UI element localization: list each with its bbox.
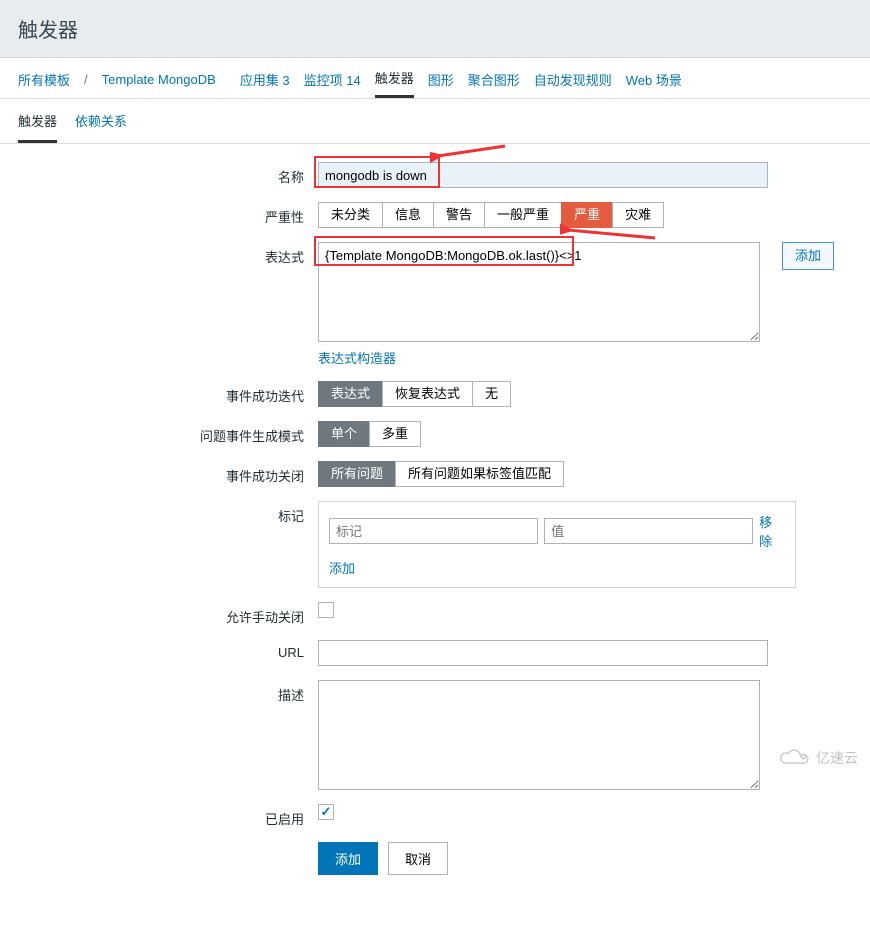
- description-label: 描述: [18, 680, 318, 704]
- enabled-checkbox[interactable]: [318, 804, 334, 820]
- ok-iteration-label: 事件成功迭代: [18, 381, 318, 405]
- severity-info[interactable]: 信息: [382, 202, 434, 228]
- submit-button[interactable]: 添加: [318, 842, 378, 875]
- cancel-button[interactable]: 取消: [388, 842, 448, 875]
- severity-label: 严重性: [18, 202, 318, 226]
- breadcrumb-all-templates[interactable]: 所有模板: [18, 70, 70, 97]
- page-title: 触发器: [18, 14, 852, 43]
- ok-close-tag-match[interactable]: 所有问题如果标签值匹配: [395, 461, 564, 487]
- breadcrumb-separator: /: [84, 72, 88, 95]
- manual-close-label: 允许手动关闭: [18, 602, 318, 626]
- severity-disaster[interactable]: 灾难: [612, 202, 664, 228]
- severity-warning[interactable]: 警告: [433, 202, 485, 228]
- nav-triggers[interactable]: 触发器: [375, 68, 414, 98]
- expression-add-button[interactable]: 添加: [782, 242, 834, 270]
- problem-mode-group: 单个 多重: [318, 421, 421, 447]
- severity-not-classified[interactable]: 未分类: [318, 202, 383, 228]
- ok-iter-none[interactable]: 无: [472, 381, 511, 407]
- nav-items[interactable]: 监控项 14: [304, 70, 361, 97]
- severity-group: 未分类 信息 警告 一般严重 严重 灾难: [318, 202, 664, 228]
- nav-apps[interactable]: 应用集 3: [240, 70, 290, 97]
- ok-iter-expression[interactable]: 表达式: [318, 381, 383, 407]
- cloud-icon: [776, 747, 812, 769]
- ok-close-label: 事件成功关闭: [18, 461, 318, 485]
- tab-dependencies[interactable]: 依赖关系: [75, 111, 127, 143]
- enabled-label: 已启用: [18, 804, 318, 828]
- ok-close-all[interactable]: 所有问题: [318, 461, 396, 487]
- nav-discovery[interactable]: 自动发现规则: [534, 70, 612, 97]
- nav-graphs[interactable]: 图形: [428, 70, 454, 97]
- tag-add-link[interactable]: 添加: [329, 561, 355, 576]
- nav-aggregate[interactable]: 聚合图形: [468, 70, 520, 97]
- ok-close-group: 所有问题 所有问题如果标签值匹配: [318, 461, 564, 487]
- nav-web[interactable]: Web 场景: [626, 70, 682, 97]
- tags-label: 标记: [18, 501, 318, 525]
- name-input[interactable]: [318, 162, 768, 188]
- tab-trigger[interactable]: 触发器: [18, 111, 57, 143]
- url-input[interactable]: [318, 640, 768, 666]
- sub-tabs: 触发器 依赖关系: [0, 99, 870, 144]
- breadcrumb-nav: 所有模板 / Template MongoDB 应用集 3 监控项 14 触发器…: [0, 58, 870, 99]
- tag-remove-link[interactable]: 移除: [759, 512, 785, 550]
- problem-mode-multiple[interactable]: 多重: [369, 421, 421, 447]
- tags-container: 移除 添加: [318, 501, 796, 588]
- breadcrumb-template[interactable]: Template MongoDB: [102, 72, 216, 95]
- problem-mode-label: 问题事件生成模式: [18, 421, 318, 445]
- expression-builder-link[interactable]: 表达式构造器: [318, 348, 760, 367]
- name-label: 名称: [18, 162, 318, 186]
- severity-average[interactable]: 一般严重: [484, 202, 562, 228]
- tag-name-input[interactable]: [329, 518, 538, 544]
- manual-close-checkbox[interactable]: [318, 602, 334, 618]
- ok-iteration-group: 表达式 恢复表达式 无: [318, 381, 511, 407]
- ok-iter-recovery[interactable]: 恢复表达式: [382, 381, 473, 407]
- description-input[interactable]: [318, 680, 760, 790]
- expression-input[interactable]: [318, 242, 760, 342]
- problem-mode-single[interactable]: 单个: [318, 421, 370, 447]
- tag-value-input[interactable]: [544, 518, 753, 544]
- url-label: URL: [18, 640, 318, 660]
- trigger-form: 名称 严重性 未分类 信息 警告 一般严重 严重 灾难 表达式 表达式构造器 添: [0, 144, 870, 929]
- watermark: 亿速云: [776, 747, 858, 769]
- expression-label: 表达式: [18, 242, 318, 266]
- severity-high[interactable]: 严重: [561, 202, 613, 228]
- page-header: 触发器: [0, 0, 870, 58]
